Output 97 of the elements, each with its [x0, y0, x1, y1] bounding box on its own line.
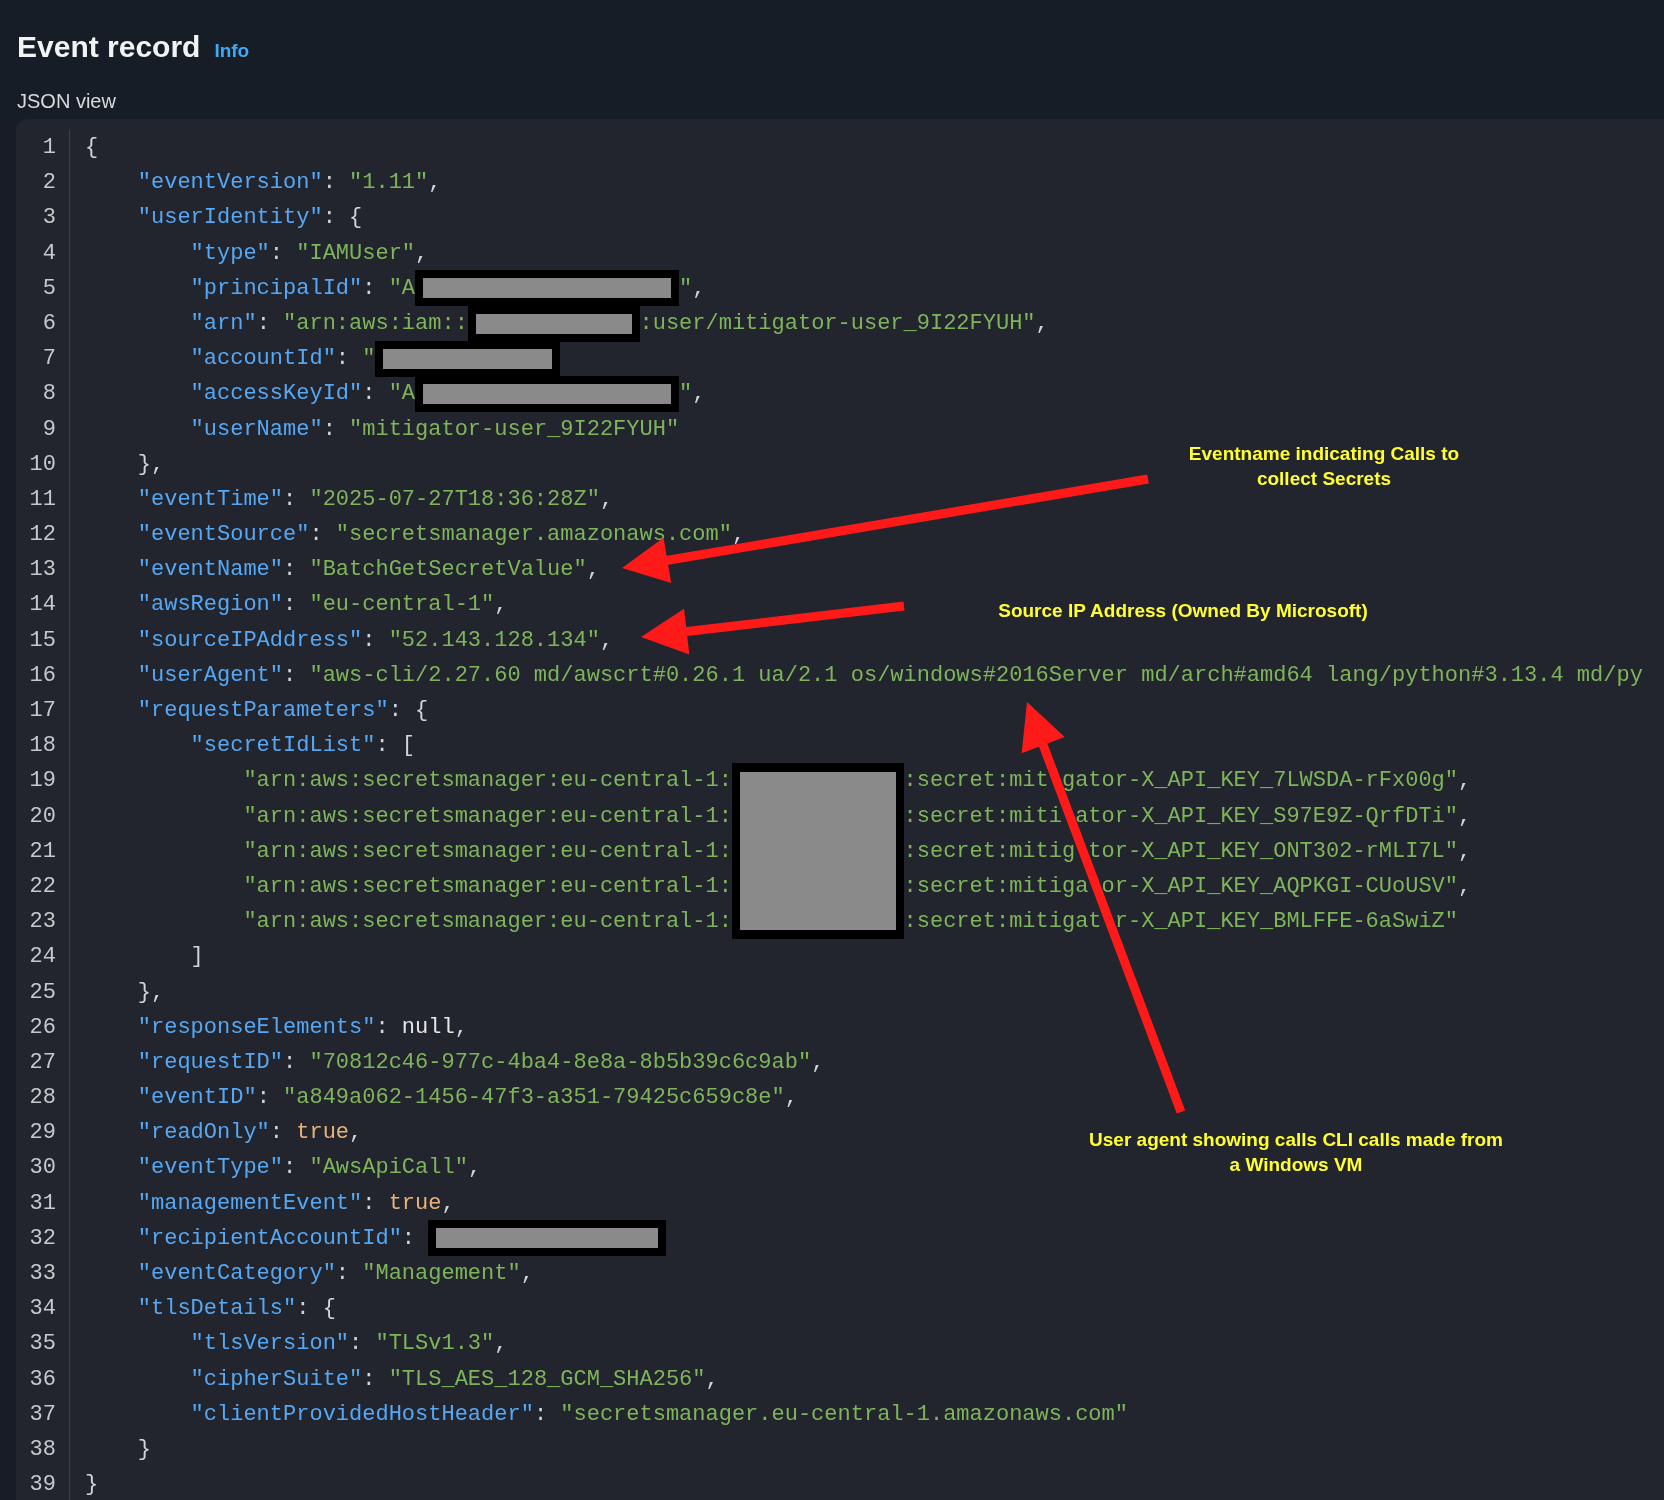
code-text: ", [679, 380, 706, 409]
page-title: Event record [17, 30, 201, 64]
line-number: 22 [16, 868, 70, 905]
line-number: 4 [16, 235, 70, 271]
code-text: "clientProvidedHostHeader": "secretsmanager.eu-central-1.amazonaws.com" [190, 1400, 1128, 1429]
code-text: "arn:aws:secretsmanager:eu-central-1: [243, 837, 732, 866]
line-number: 24 [16, 939, 70, 975]
line-number: 1 [16, 130, 70, 166]
code-text: "eventTime": "2025-07-27T18:36:28Z", [137, 485, 614, 514]
line-number: 20 [16, 798, 70, 834]
code-text: "requestParameters": { [137, 697, 429, 725]
code-text: "eventType": "AwsApiCall", [137, 1154, 482, 1183]
code-text: "managementEvent": true, [137, 1189, 455, 1218]
line-number: 35 [16, 1326, 70, 1362]
line-number: 26 [16, 1009, 70, 1045]
code-text: "arn:aws:secretsmanager:eu-central-1: [243, 872, 732, 901]
code-text: :user/mitigator-user_9I22FYUH", [639, 309, 1049, 338]
code-text: "type": "IAMUser", [190, 239, 429, 268]
code-text: "accessKeyId": "A [190, 380, 416, 409]
code-text: "tlsVersion": "TLSv1.3", [190, 1330, 508, 1359]
line-number: 15 [16, 622, 70, 658]
line-number: 27 [16, 1044, 70, 1081]
code-text: "recipientAccountId": [137, 1224, 417, 1253]
info-link[interactable]: Info [214, 40, 250, 62]
line-number: 11 [16, 481, 70, 518]
line-number: 7 [16, 341, 70, 377]
line-number: 19 [16, 763, 70, 799]
line-number: 13 [16, 552, 70, 588]
code-text: :secret:miti [903, 802, 1062, 831]
code-text: :secret:mitig [903, 837, 1076, 866]
line-number: 8 [16, 376, 70, 412]
line-number: 38 [16, 1431, 70, 1468]
annotation-label: User agent showing calls CLI calls made from a Windows VM [1089, 1128, 1503, 1177]
code-text: "arn:aws:secretsmanager:eu-central-1: [243, 908, 732, 937]
line-number: 28 [16, 1080, 70, 1116]
line-number: 3 [16, 200, 70, 236]
code-text: "eventName": "BatchGetSecretValue", [137, 556, 600, 585]
code-text: "secretIdList": [ [190, 732, 416, 761]
code-text: "principalId": "A [190, 274, 416, 303]
line-number: 6 [16, 305, 70, 342]
code-text: }, [137, 450, 165, 479]
line-number: 12 [16, 517, 70, 553]
line-number: 14 [16, 587, 70, 623]
code-text: "cipherSuite": "TLS_AES_128_GCM_SHA256", [190, 1365, 719, 1394]
line-number: 25 [16, 974, 70, 1010]
code-text: "userIdentity": { [137, 204, 363, 233]
line-number: 18 [16, 728, 70, 764]
code-text: "userName": "mitigator-user_9I22FYUH" [190, 415, 680, 444]
annotation-label: Source IP Address (Owned By Microsoft) [998, 599, 1368, 623]
code-text: "requestID": "70812c46-977c-4ba4-8e8a-8b5b39c6c9ab", [137, 1048, 825, 1077]
code-text: }, [137, 978, 165, 1007]
code-text: "readOnly": true, [137, 1119, 363, 1148]
code-text: r-X_API_KEY_BMLFFE-6aSwiZ" [1114, 908, 1459, 937]
code-text: "arn:aws:secretsmanager:eu-central-1: [243, 767, 732, 796]
line-number: 32 [16, 1220, 70, 1256]
line-number: 33 [16, 1256, 70, 1292]
code-text: ", [679, 274, 706, 303]
code-text: } [85, 1471, 99, 1500]
line-number: 10 [16, 446, 70, 482]
line-number: 17 [16, 693, 70, 729]
code-text: } [137, 1435, 151, 1464]
line-number: 39 [16, 1467, 70, 1500]
code-text: :secret:mit [903, 767, 1049, 796]
code-text: "eventCategory": "Management", [137, 1260, 534, 1288]
code-text: "arn:aws:secretsmanager:eu-central-1: [243, 802, 732, 831]
code-text: tor-X_API_KEY_ONT302-rMLI7L", [1088, 837, 1472, 866]
line-number: 30 [16, 1150, 70, 1186]
line-number: 21 [16, 833, 70, 869]
code-text: ator-X_API_KEY_S97E9Z-QrfDTi", [1075, 802, 1472, 831]
line-number: 5 [16, 270, 70, 306]
code-text: "arn": "arn:aws:iam:: [190, 309, 468, 338]
code-text: "eventSource": "secretsmanager.amazonaws.com", [137, 521, 746, 550]
line-number: 36 [16, 1361, 70, 1397]
line-number: 31 [16, 1185, 70, 1221]
line-number: 2 [16, 165, 70, 201]
annotation-label: Eventname indicating Calls to collect Secrets [1188, 442, 1460, 491]
code-text: { [85, 134, 99, 162]
line-number: 9 [16, 411, 70, 447]
line-number: 29 [16, 1115, 70, 1151]
code-text: "tlsDetails": { [137, 1295, 336, 1324]
code-text: gator-X_API_KEY_7LWSDA-rFx00g", [1061, 767, 1472, 796]
code-text: :secret:mitigat [903, 908, 1102, 937]
line-number: 34 [16, 1291, 70, 1327]
code-text: "awsRegion": "eu-central-1", [137, 591, 508, 620]
code-text: "accountId": " [190, 345, 376, 374]
line-number: 16 [16, 657, 70, 693]
code-text: "eventVersion": "1.11", [137, 169, 442, 198]
line-number: 37 [16, 1396, 70, 1432]
code-text: "userAgent": "aws-cli/2.27.60 md/awscrt#0.26.1 ua/2.1 os/windows#2016Server md/arch#amd64 lang/python#3.13.4 md/py [137, 661, 1643, 690]
code-text: :secret:mitiga [903, 872, 1089, 901]
line-number: 23 [16, 904, 70, 940]
code-text: "eventID": "a849a062-1456-47f3-a351-79425c659c8e", [137, 1084, 798, 1113]
code-text: "responseElements": null, [137, 1013, 468, 1042]
code-text: ] [190, 943, 204, 972]
code-text: "sourceIPAddress": "52.143.128.134", [137, 626, 614, 655]
view-label: JSON view [17, 90, 117, 113]
code-text: or-X_API_KEY_AQPKGI-CUoUSV", [1101, 872, 1472, 901]
